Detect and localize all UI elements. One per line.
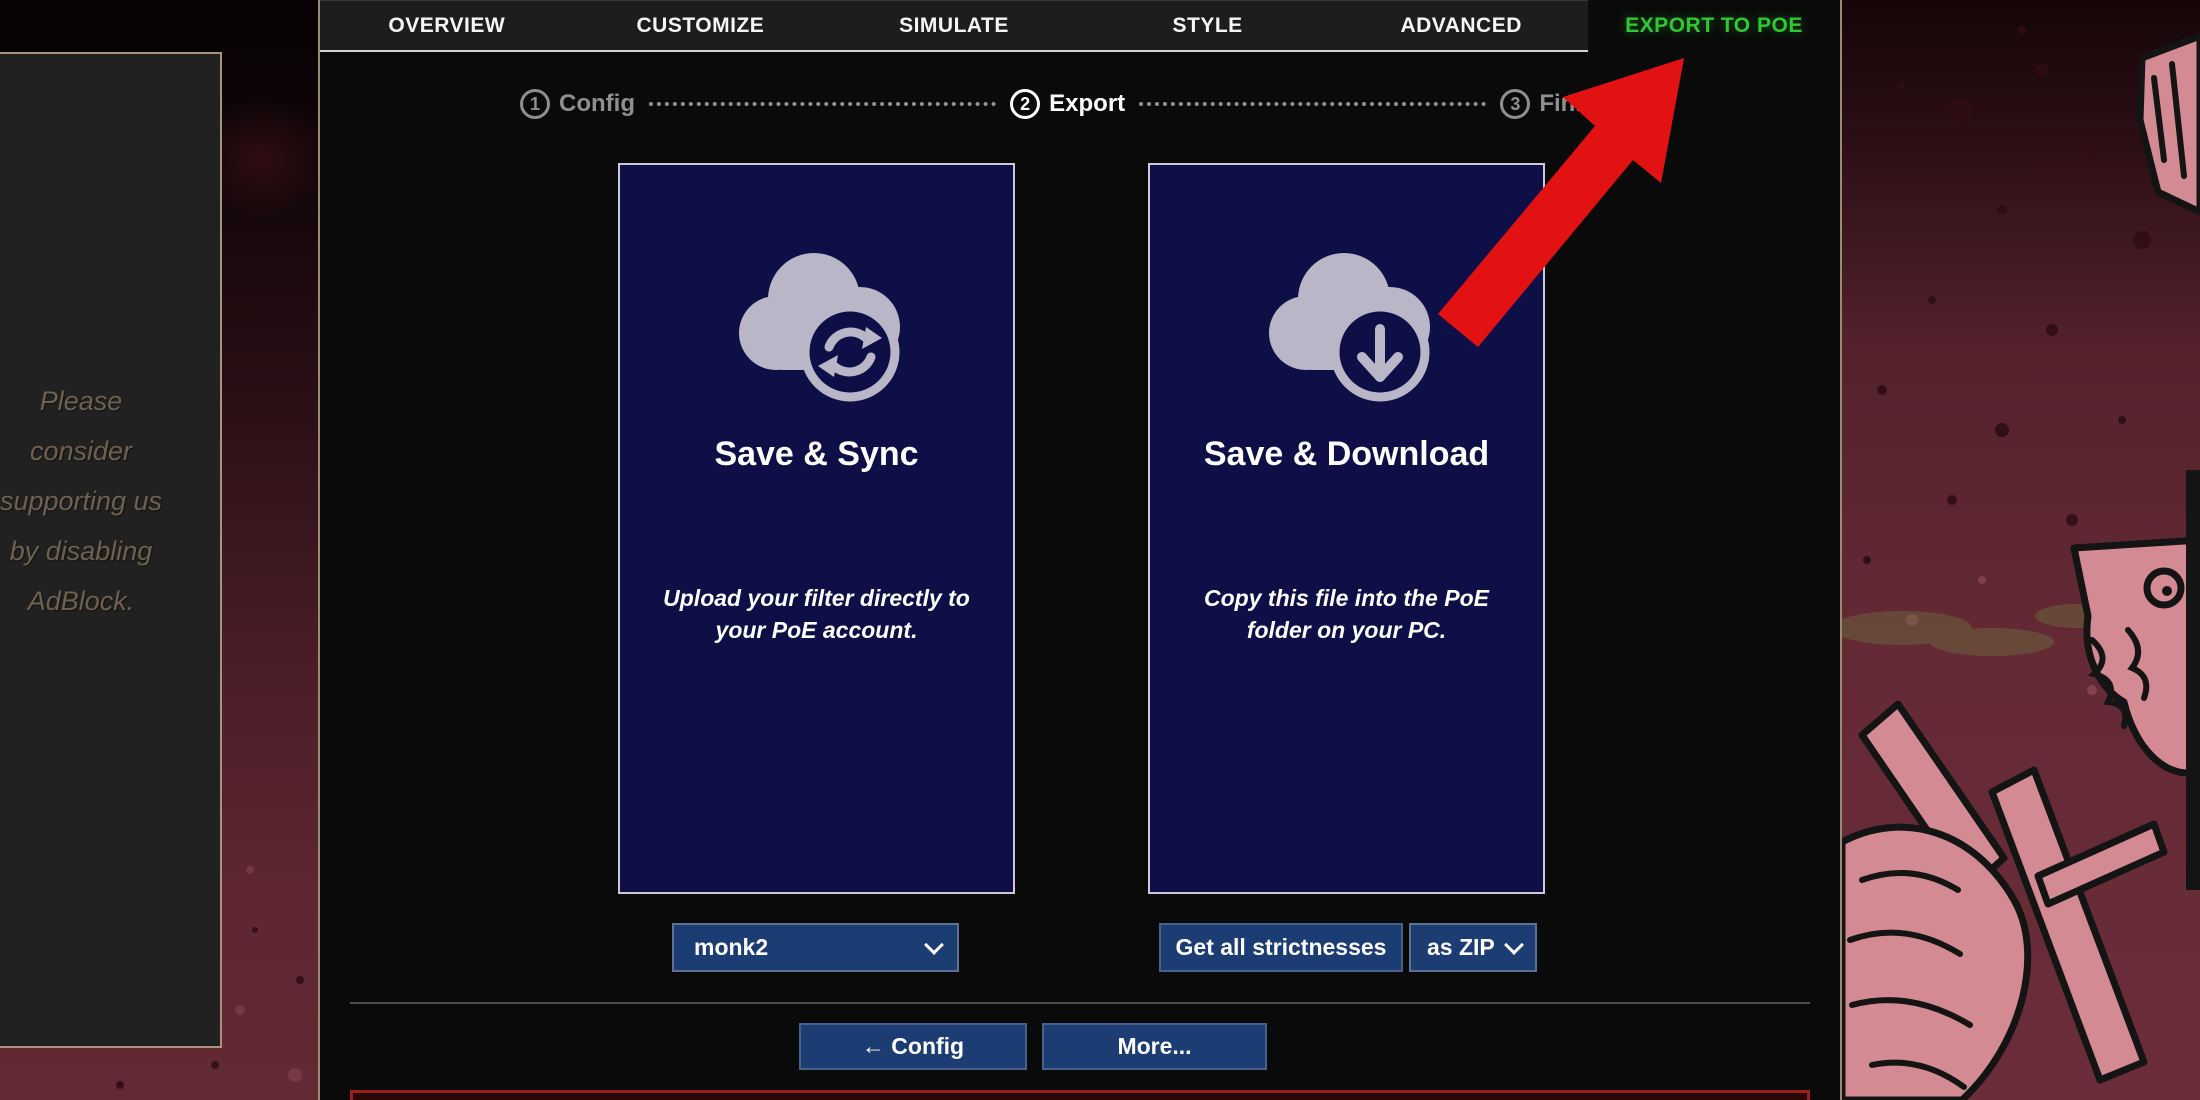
step-connector bbox=[649, 102, 996, 106]
main-panel: OVERVIEW CUSTOMIZE SIMULATE STYLE ADVANC… bbox=[318, 0, 1842, 1100]
tab-style[interactable]: STYLE bbox=[1081, 1, 1335, 50]
nav-tab-strip: OVERVIEW CUSTOMIZE SIMULATE STYLE ADVANC… bbox=[320, 0, 1588, 52]
step-number: 1 bbox=[520, 89, 550, 119]
tab-advanced[interactable]: ADVANCED bbox=[1334, 1, 1588, 50]
step-label: Export bbox=[1049, 90, 1125, 118]
format-select-value: as ZIP bbox=[1427, 934, 1495, 961]
card-description: Upload your filter directly to your PoE … bbox=[647, 582, 987, 646]
adblock-line: AdBlock. bbox=[28, 576, 135, 626]
background-artwork-right bbox=[1842, 0, 2200, 1100]
download-format-select[interactable]: as ZIP bbox=[1409, 923, 1537, 972]
tab-simulate[interactable]: SIMULATE bbox=[827, 1, 1081, 50]
step-number: 3 bbox=[1500, 89, 1530, 119]
export-stepper: 1 Config 2 Export 3 Finish bbox=[520, 84, 1610, 124]
card-title: Save & Sync bbox=[714, 435, 918, 474]
step-config[interactable]: 1 Config bbox=[520, 89, 635, 119]
button-label: ← Config bbox=[862, 1033, 964, 1060]
chevron-down-icon bbox=[1504, 935, 1524, 955]
adblock-line: by disabling bbox=[10, 526, 153, 576]
adblock-line: consider bbox=[30, 426, 132, 476]
adblock-notice-panel: Please consider supporting us by disabli… bbox=[0, 52, 222, 1048]
card-title: Save & Download bbox=[1204, 435, 1489, 474]
save-and-sync-card[interactable]: Save & Sync Upload your filter directly … bbox=[618, 163, 1015, 894]
adblock-line: Please bbox=[40, 376, 123, 426]
step-label: Finish bbox=[1539, 90, 1610, 118]
tab-customize[interactable]: CUSTOMIZE bbox=[574, 1, 828, 50]
step-label: Config bbox=[559, 90, 635, 118]
step-connector bbox=[1139, 102, 1486, 106]
cloud-sync-icon bbox=[712, 237, 922, 407]
more-button[interactable]: More... bbox=[1042, 1023, 1267, 1070]
footer-divider bbox=[350, 1002, 1810, 1004]
back-to-config-button[interactable]: ← Config bbox=[799, 1023, 1027, 1070]
button-label: Get all strictnesses bbox=[1176, 934, 1387, 961]
bottom-alert-bar bbox=[350, 1090, 1810, 1100]
league-select-value: monk2 bbox=[694, 934, 768, 961]
step-finish[interactable]: 3 Finish bbox=[1500, 89, 1610, 119]
adblock-line: supporting us bbox=[0, 476, 162, 526]
tab-export-to-poe[interactable]: EXPORT TO POE bbox=[1588, 0, 1840, 52]
step-export[interactable]: 2 Export bbox=[1010, 89, 1125, 119]
chevron-down-icon bbox=[924, 935, 944, 955]
button-label: More... bbox=[1117, 1033, 1191, 1060]
save-and-download-card[interactable]: Save & Download Copy this file into the … bbox=[1148, 163, 1545, 894]
league-select[interactable]: monk2 bbox=[672, 923, 959, 972]
card-description: Copy this file into the PoE folder on yo… bbox=[1177, 582, 1517, 646]
get-all-strictnesses-button[interactable]: Get all strictnesses bbox=[1159, 923, 1403, 972]
tab-overview[interactable]: OVERVIEW bbox=[320, 1, 574, 50]
top-navigation: OVERVIEW CUSTOMIZE SIMULATE STYLE ADVANC… bbox=[320, 0, 1840, 52]
cloud-download-icon bbox=[1242, 237, 1452, 407]
step-number: 2 bbox=[1010, 89, 1040, 119]
